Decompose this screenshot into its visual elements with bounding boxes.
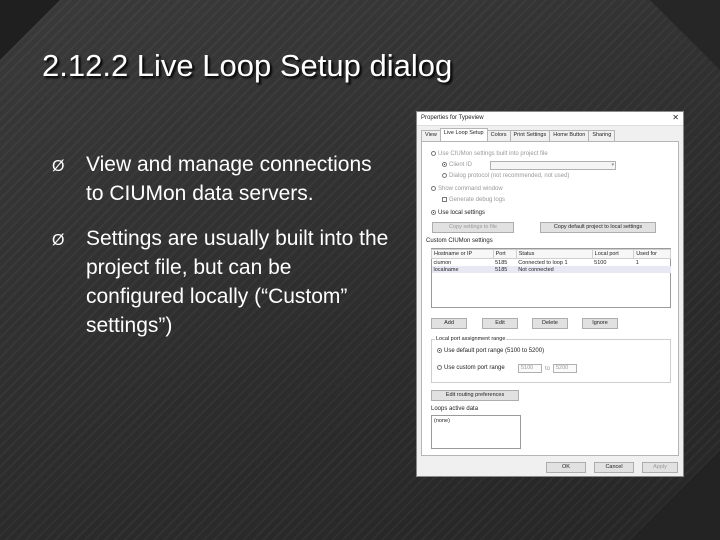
- custom-port-range-option[interactable]: Use custom port range: [437, 365, 505, 371]
- dialog-protocol-option[interactable]: Dialog protocol (not recommended, not us…: [442, 173, 569, 179]
- port-range-label: Local port assignment range: [435, 336, 507, 342]
- table-row[interactable]: ciumon 5185 Connected to loop 1 5100 1: [432, 259, 671, 267]
- bullet-item: Ø View and manage connections to CIUMon …: [52, 150, 392, 208]
- column-header[interactable]: Local port: [591, 249, 635, 259]
- use-local-option[interactable]: Use local settings: [431, 210, 485, 216]
- port-to-input[interactable]: 5200: [553, 364, 577, 373]
- ignore-button[interactable]: Ignore: [582, 318, 618, 329]
- apply-button[interactable]: Apply: [642, 462, 678, 473]
- column-header[interactable]: Used for: [633, 249, 671, 259]
- client-id-option[interactable]: Client ID: [442, 162, 472, 168]
- arrow-bullet-icon: Ø: [52, 158, 65, 175]
- tab-live-loop-setup[interactable]: Live Loop Setup: [439, 128, 488, 142]
- close-icon[interactable]: ✕: [672, 113, 679, 122]
- radio-icon: [442, 173, 447, 178]
- dialog-title: Properties for Typeview: [421, 115, 484, 121]
- cancel-button[interactable]: Cancel: [594, 462, 634, 473]
- radio-icon: [431, 151, 436, 156]
- dialog-titlebar: Properties for Typeview ✕: [417, 112, 683, 126]
- copy-settings-to-file-button[interactable]: Copy settings to file: [432, 222, 514, 233]
- radio-icon: [437, 348, 442, 353]
- default-port-range-option[interactable]: Use default port range (5100 to 5200): [437, 348, 544, 354]
- radio-icon: [431, 210, 436, 215]
- bullet-list: Ø View and manage connections to CIUMon …: [52, 150, 392, 356]
- loops-active-box[interactable]: (none): [431, 415, 521, 449]
- column-header[interactable]: Port: [492, 249, 517, 259]
- copy-default-project-button[interactable]: Copy default project to local settings: [540, 222, 656, 233]
- slide-title: 2.12.2 Live Loop Setup dialog: [42, 48, 453, 83]
- port-range-group: [431, 339, 671, 383]
- radio-icon: [431, 186, 436, 191]
- client-id-select[interactable]: ▾: [490, 161, 616, 170]
- bullet-text: Settings are usually built into the proj…: [86, 227, 389, 337]
- add-button[interactable]: Add: [431, 318, 467, 329]
- connections-table: Hostname or IP Port Status Local port Us…: [431, 249, 671, 273]
- to-label: to: [545, 366, 551, 372]
- radio-icon: [437, 365, 442, 370]
- edit-routing-button[interactable]: Edit routing preferences: [431, 390, 519, 401]
- custom-settings-label: Custom CIUMon settings: [426, 238, 493, 244]
- table-row[interactable]: localname 5185 Not connected: [431, 266, 671, 273]
- loops-active-label: Loops active data: [431, 406, 479, 412]
- delete-button[interactable]: Delete: [532, 318, 568, 329]
- properties-dialog: Properties for Typeview ✕ View Live Loop…: [416, 111, 684, 477]
- radio-icon: [442, 162, 447, 167]
- live-loop-panel: Use CIUMon settings built into project f…: [421, 141, 679, 456]
- table-header: Hostname or IP Port Status Local port Us…: [431, 249, 671, 259]
- use-ciumon-option[interactable]: Use CIUMon settings built into project f…: [431, 151, 548, 157]
- column-header[interactable]: Status: [515, 249, 593, 259]
- bullet-item: Ø Settings are usually built into the pr…: [52, 224, 392, 340]
- edit-button[interactable]: Edit: [482, 318, 518, 329]
- tab-bar: View Live Loop Setup Colors Print Settin…: [421, 128, 616, 142]
- debug-logs-checkbox[interactable]: Generate debug logs: [442, 197, 505, 203]
- port-from-input[interactable]: 5100: [518, 364, 542, 373]
- arrow-bullet-icon: Ø: [52, 232, 65, 249]
- ok-button[interactable]: OK: [546, 462, 586, 473]
- show-command-option[interactable]: Show command window: [431, 186, 503, 192]
- column-header[interactable]: Hostname or IP: [431, 249, 494, 259]
- decor-corner: [650, 0, 720, 70]
- bullet-text: View and manage connections to CIUMon da…: [86, 153, 372, 205]
- checkbox-icon: [442, 197, 447, 202]
- chevron-down-icon: ▾: [611, 162, 614, 168]
